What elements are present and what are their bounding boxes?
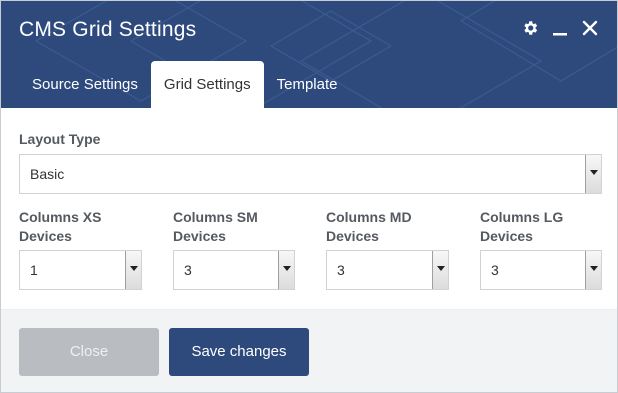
chevron-down-icon[interactable]: [432, 251, 448, 289]
columns-xs-label: Columns XS Devices: [19, 209, 102, 244]
chevron-down-icon[interactable]: [585, 251, 601, 289]
dialog-title: CMS Grid Settings: [19, 18, 197, 41]
columns-md-value: 3: [337, 262, 345, 278]
close-button[interactable]: Close: [19, 328, 159, 376]
columns-xs-select[interactable]: 1: [19, 250, 142, 290]
dialog-footer: Close Save changes: [1, 309, 617, 392]
chevron-down-icon[interactable]: [585, 155, 601, 193]
layout-type-value: Basic: [30, 166, 65, 182]
close-icon[interactable]: [581, 19, 599, 37]
minimize-icon[interactable]: [551, 19, 569, 37]
columns-lg-value: 3: [491, 262, 499, 278]
columns-md-label: Columns MD Devices: [326, 209, 412, 244]
header-controls: [521, 19, 599, 37]
columns-lg-select[interactable]: 3: [480, 250, 602, 290]
layout-type-label: Layout Type: [19, 131, 101, 147]
layout-type-select[interactable]: Basic: [19, 154, 602, 194]
columns-sm-select[interactable]: 3: [173, 250, 295, 290]
tab-bar: Source Settings Grid Settings Template: [19, 61, 351, 108]
tab-source-settings[interactable]: Source Settings: [19, 61, 151, 108]
columns-md-select[interactable]: 3: [326, 250, 449, 290]
dialog-header: CMS Grid Settings Source Settings Grid S…: [1, 1, 617, 108]
columns-lg-label: Columns LG Devices: [480, 209, 564, 244]
gear-icon[interactable]: [521, 19, 539, 37]
chevron-down-icon[interactable]: [125, 251, 141, 289]
save-changes-button[interactable]: Save changes: [169, 328, 309, 376]
tab-template[interactable]: Template: [264, 61, 351, 108]
tab-grid-settings[interactable]: Grid Settings: [150, 61, 264, 108]
columns-xs-value: 1: [30, 262, 38, 278]
dialog-body: Layout Type Basic Columns XS Devices 1 C…: [1, 108, 617, 309]
columns-sm-label: Columns SM Devices: [173, 209, 258, 244]
cms-grid-settings-dialog: CMS Grid Settings Source Settings Grid S…: [0, 0, 618, 393]
chevron-down-icon[interactable]: [278, 251, 294, 289]
columns-sm-value: 3: [184, 262, 192, 278]
